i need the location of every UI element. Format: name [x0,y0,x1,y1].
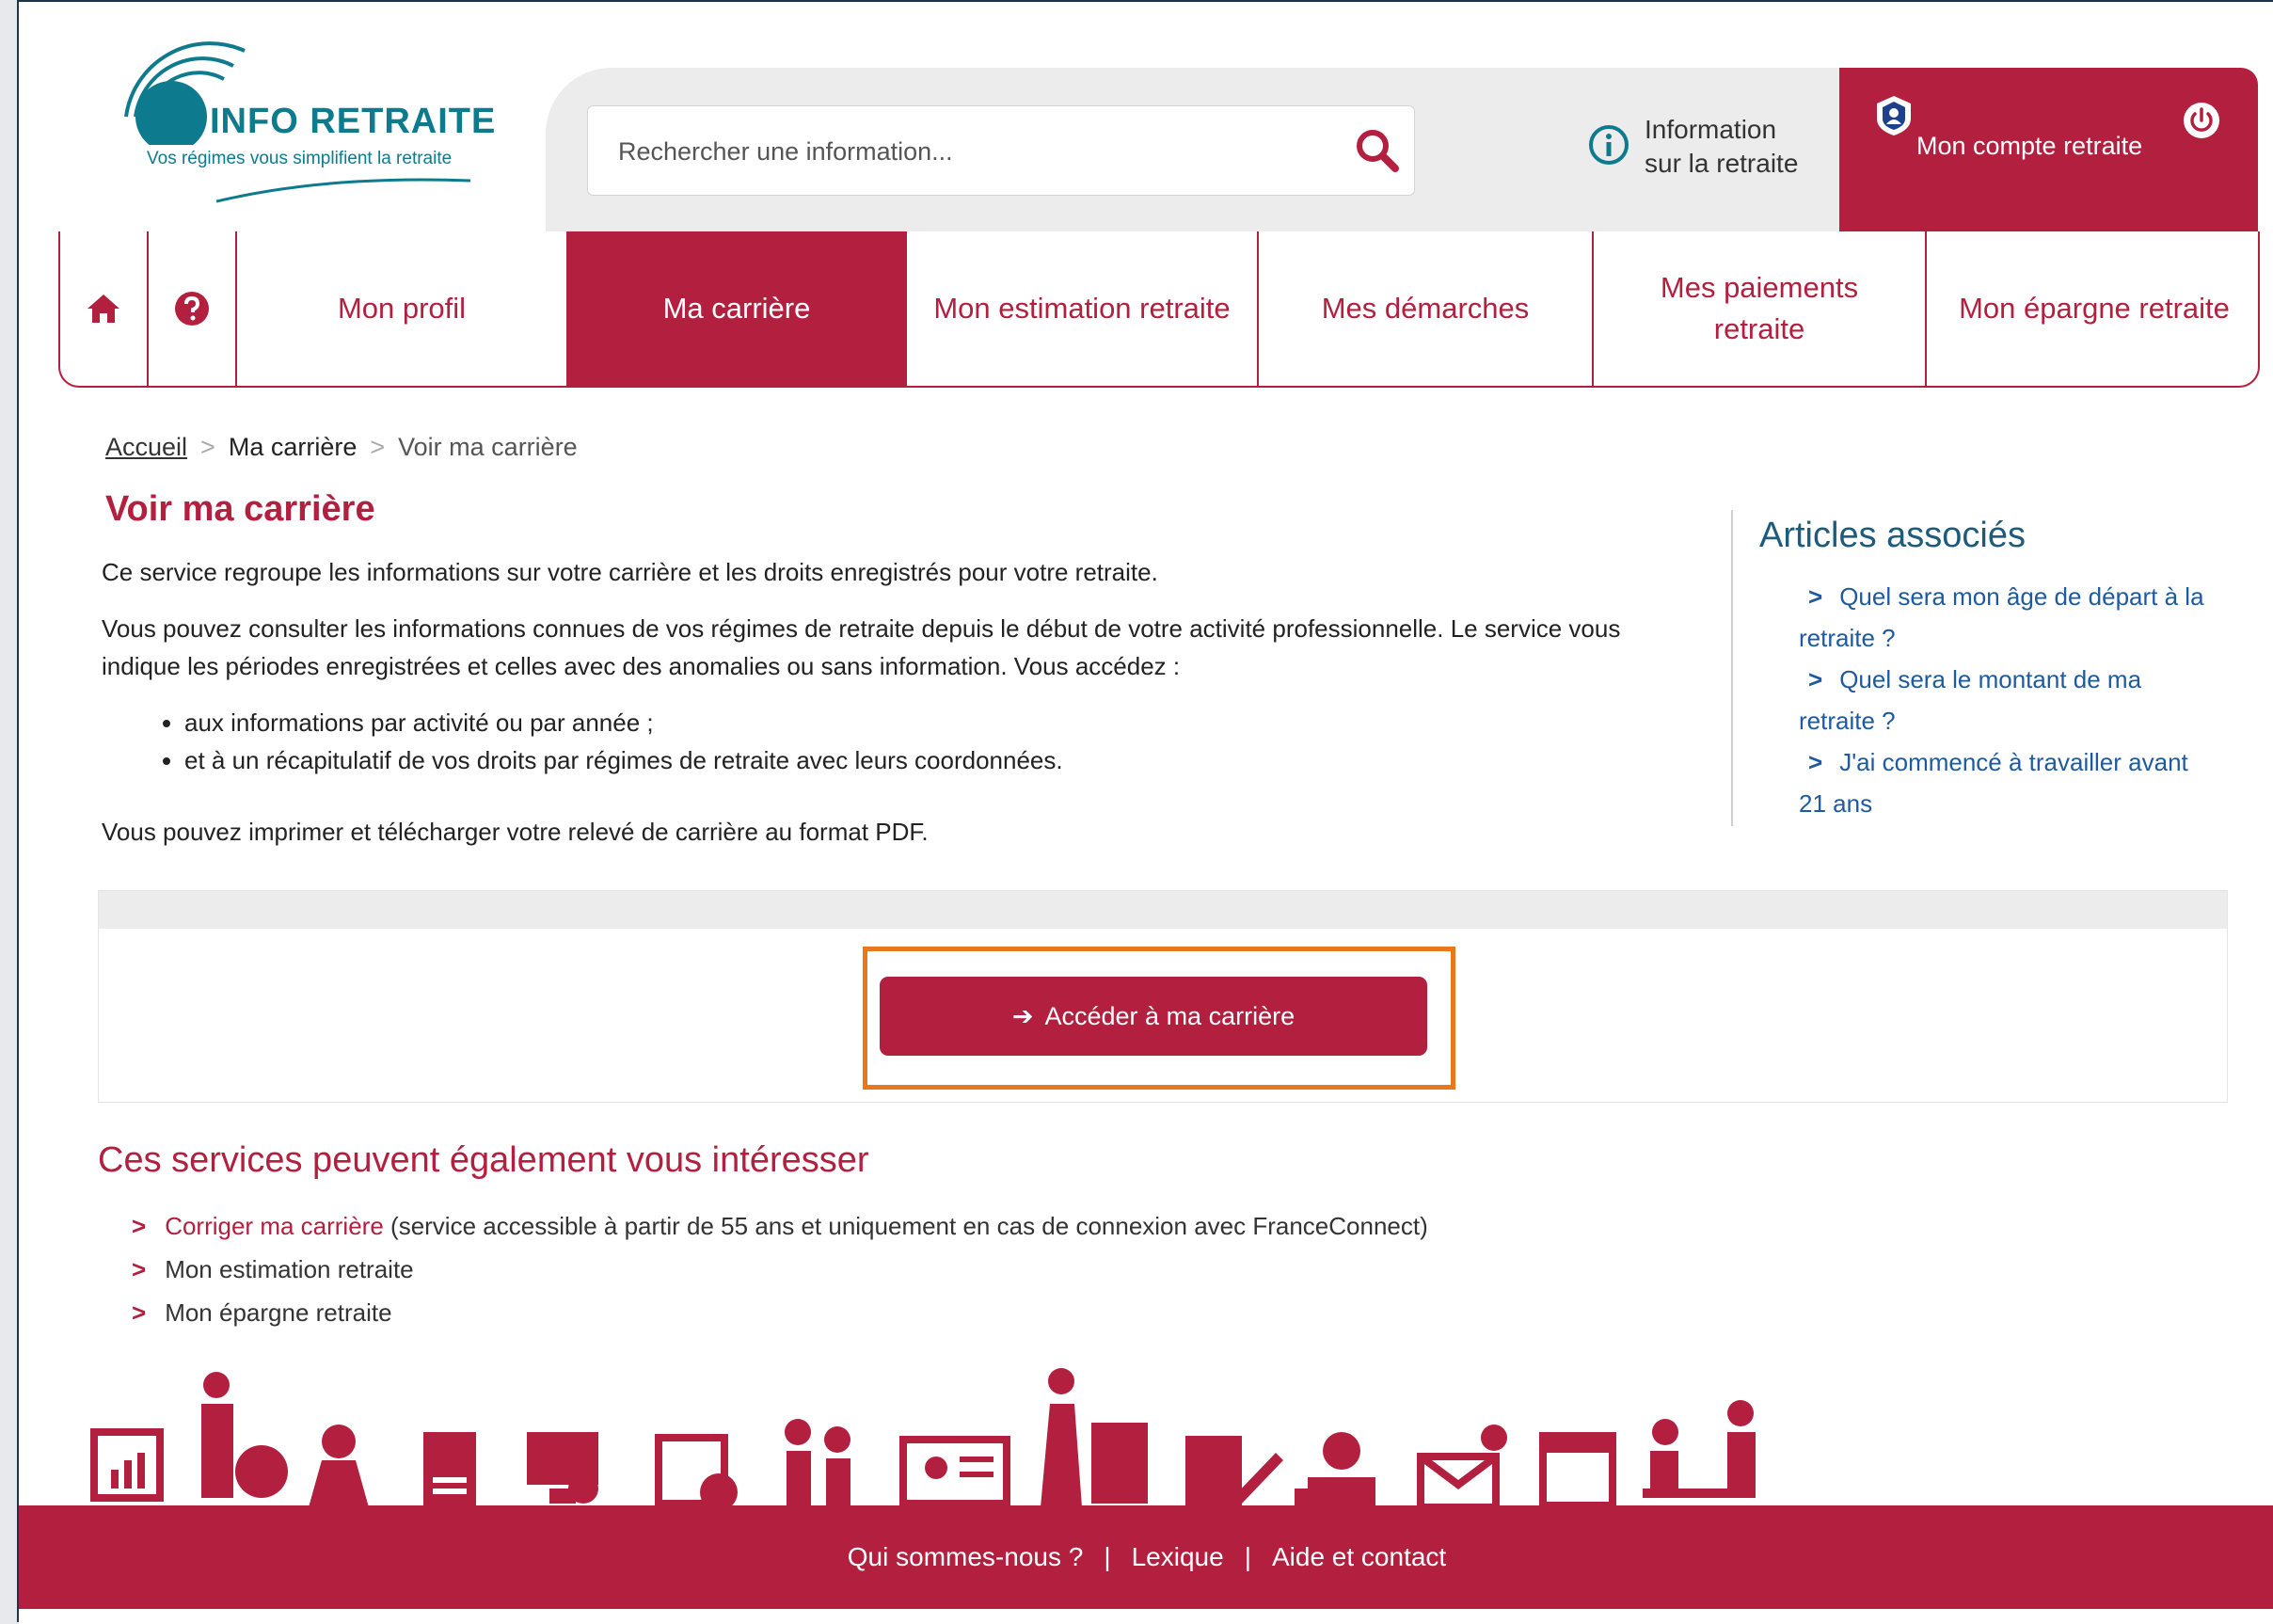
main-nav: Mon profil Ma carrière Mon estimation re… [58,231,2260,388]
chevron-right-icon: > [1808,665,1823,693]
service-link[interactable]: Mon épargne retraite [165,1298,391,1327]
shield-user-icon [1877,96,1911,135]
nav-ma-carriere[interactable]: Ma carrière [568,231,907,386]
list-item: aux informations par activité ou par ann… [184,704,1063,741]
footer-link-qui-sommes-nous[interactable]: Qui sommes-nous ? [848,1542,1084,1572]
access-list: aux informations par activité ou par ann… [160,704,1063,779]
related-articles-title: Articles associés [1759,516,2026,555]
people-at-desk-icon [1643,1400,1756,1498]
home-icon [87,295,119,323]
related-article-label: J'ai commencé à travailler avant 21 ans [1799,748,2188,818]
person-calculator-icon [1041,1368,1148,1507]
power-icon[interactable] [2183,102,2220,139]
support-agent-icon [1295,1432,1375,1507]
footer-link-lexique[interactable]: Lexique [1132,1542,1224,1572]
info-retraite-link[interactable]: Information sur la retraite [1645,113,1798,181]
chevron-right-icon: > [132,1298,147,1327]
page: INFO RETRAITE Vos régimes vous simplifie… [17,0,2273,1624]
related-articles-list: > Quel sera mon âge de départ à la retrai… [1799,576,2213,824]
document-info-icon [423,1432,476,1505]
service-note: (service accessible à partir de 55 ans e… [390,1212,1428,1240]
print-note: Vous pouvez imprimer et télécharger votr… [102,818,929,846]
two-people-icon [785,1419,850,1507]
related-article-label: Quel sera le montant de ma retraite ? [1799,665,2142,735]
intro-text: Ce service regroupe les informations sur… [102,558,1158,586]
access-career-label: Accéder à ma carrière [1044,1001,1295,1030]
search-box [587,105,1415,196]
page-title: Voir ma carrière [105,489,375,529]
logo[interactable]: INFO RETRAITE Vos régimes vous simplifie… [113,23,517,211]
footer-separator: | [1104,1542,1111,1571]
service-item[interactable]: > Corriger ma carrière (service accessibl… [132,1204,1428,1248]
info-icon[interactable] [1588,124,1629,166]
nav-mon-profil[interactable]: Mon profil [237,231,568,386]
logo-title: INFO RETRAITE [210,102,497,141]
envelope-pin-icon [1417,1425,1507,1511]
thinking-person-icon [201,1372,288,1498]
related-article-label: Quel sera mon âge de départ à la retrait… [1799,582,2204,652]
service-link[interactable]: Corriger ma carrière [165,1212,384,1240]
breadcrumb-separator: > [200,433,215,461]
breadcrumb-home[interactable]: Accueil [105,433,187,461]
breadcrumb-current: Voir ma carrière [398,433,578,461]
footer-separator: | [1244,1542,1251,1571]
calendar-30-icon [1539,1432,1616,1509]
related-articles: Articles associés > Quel sera mon âge de … [1731,510,2222,826]
checklist-pen-icon [1185,1436,1283,1505]
list-item: et à un récapitulatif de vos droits par … [184,741,1063,779]
nav-mes-demarches[interactable]: Mes démarches [1259,231,1594,386]
services-title: Ces services peuvent également vous inté… [98,1140,869,1180]
service-item[interactable]: > Mon estimation retraite [132,1248,1428,1291]
nav-home[interactable] [60,231,149,386]
service-item[interactable]: > Mon épargne retraite [132,1291,1428,1334]
account-box[interactable]: Mon compte retraite [1839,68,2258,232]
calendar-euro-icon [655,1434,738,1511]
person-icon [309,1425,369,1507]
chevron-right-icon: > [1808,582,1823,611]
computer-info-icon [527,1432,598,1504]
related-article-link[interactable]: > Quel sera mon âge de départ à la retrai… [1799,576,2213,659]
arrow-right-icon: ➔ [1011,1001,1034,1030]
related-article-link[interactable]: > Quel sera le montant de ma retraite ? [1799,659,2213,741]
service-link[interactable]: Mon estimation retraite [165,1255,413,1283]
info-line2: sur la retraite [1645,149,1799,178]
breadcrumb-separator: > [370,433,386,461]
nav-help[interactable] [149,231,237,386]
chevron-right-icon: > [1808,748,1823,776]
decorative-icon-strip [90,1368,1756,1511]
account-label: Mon compte retraite [1916,132,2143,160]
services-list: > Corriger ma carrière (service accessibl… [132,1204,1428,1334]
chevron-right-icon: > [132,1212,147,1240]
breadcrumb-ma-carriere[interactable]: Ma carrière [229,433,358,461]
description-text: Vous pouvez consulter les informations c… [102,614,1621,680]
footer-link-aide-contact[interactable]: Aide et contact [1272,1542,1446,1572]
chart-screen-icon [90,1428,164,1502]
access-career-button[interactable]: ➔ Accéder à ma carrière [880,977,1427,1056]
info-line1: Information [1645,115,1777,144]
logo-tagline: Vos régimes vous simplifient la retraite [147,149,453,168]
id-card-icon [899,1436,1010,1507]
nav-mon-estimation-retraite[interactable]: Mon estimation retraite [907,231,1259,386]
nav-mon-epargne-retraite[interactable]: Mon épargne retraite [1927,231,2258,386]
question-circle-icon [175,292,209,326]
breadcrumb: Accueil > Ma carrière > Voir ma carrière [105,433,578,462]
nav-mes-paiements-retraite[interactable]: Mes paiements retraite [1594,231,1927,386]
related-article-link[interactable]: > J'ai commencé à travailler avant 21 ans [1799,741,2213,824]
search-icon[interactable] [1354,127,1401,174]
logo-swoosh-icon [216,178,471,203]
chevron-right-icon: > [132,1255,147,1283]
footer: Qui sommes-nous ? | Lexique | Aide et co… [19,1505,2273,1609]
action-panel-header [99,891,2227,929]
search-input[interactable] [616,127,1335,176]
